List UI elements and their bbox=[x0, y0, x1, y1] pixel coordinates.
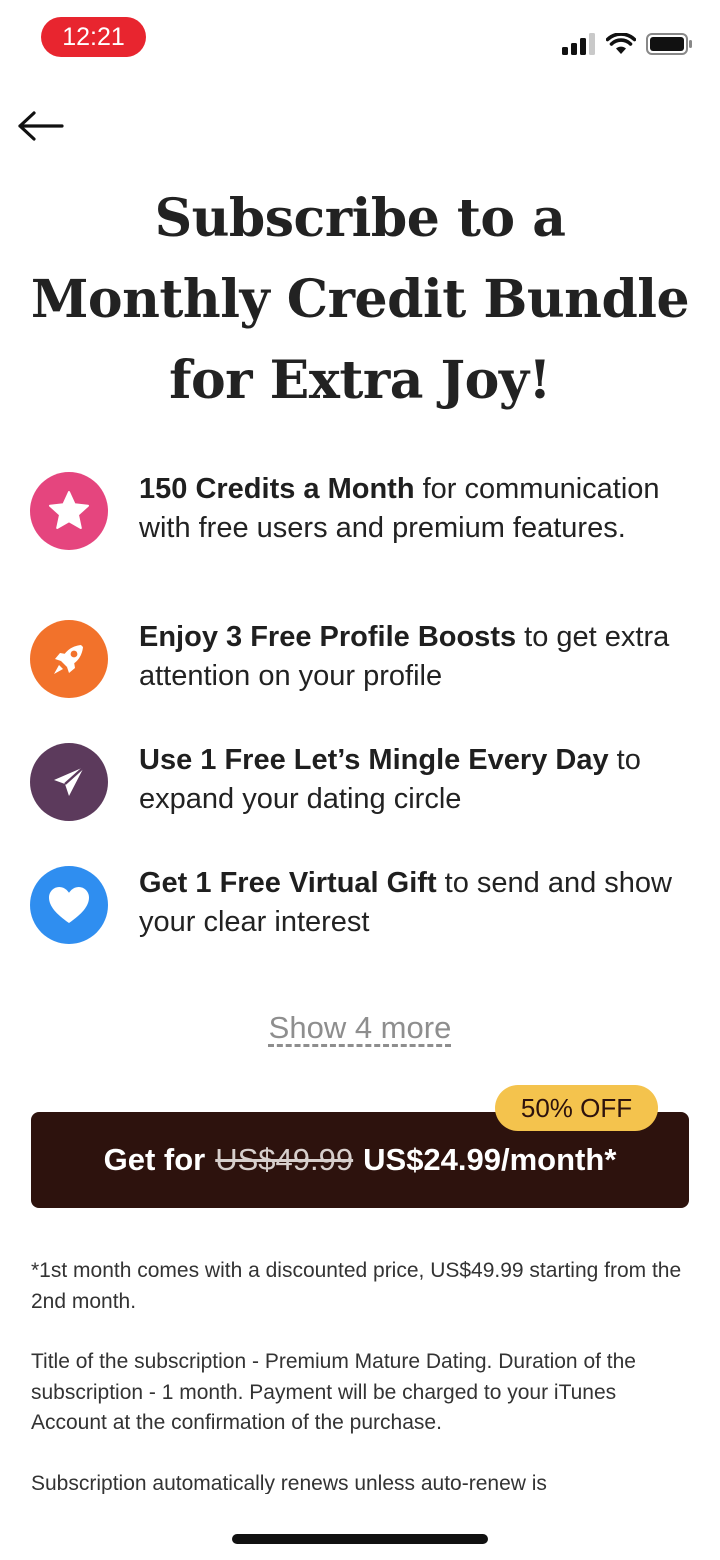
feature-text: 150 Credits a Month for communication wi… bbox=[139, 470, 694, 548]
page-title: Subscribe to a Monthly Credit Bundle for… bbox=[30, 188, 690, 411]
feature-text: Enjoy 3 Free Profile Boosts to get extra… bbox=[139, 618, 694, 696]
show-more-link[interactable]: Show 4 more bbox=[0, 1010, 720, 1046]
feature-bold-text: Use 1 Free Let’s Mingle Every Day bbox=[139, 744, 609, 776]
heart-icon bbox=[49, 887, 89, 923]
discount-badge: 50% OFF bbox=[495, 1085, 658, 1131]
feature-icon-badge bbox=[30, 472, 108, 550]
status-bar: 12:21 bbox=[0, 0, 720, 80]
rocket-icon bbox=[54, 645, 83, 674]
status-icons bbox=[562, 30, 692, 58]
feature-text: Get 1 Free Virtual Gift to send and show… bbox=[139, 864, 694, 942]
feature-bold-text: Get 1 Free Virtual Gift bbox=[139, 867, 437, 899]
legal-paragraph: Subscription automatically renews unless… bbox=[31, 1471, 547, 1495]
legal-text: *1st month comes with a discounted price… bbox=[31, 1256, 691, 1494]
status-time: 12:21 bbox=[41, 17, 146, 57]
feature-icon-badge bbox=[30, 620, 108, 698]
battery-icon bbox=[646, 33, 692, 55]
home-indicator[interactable] bbox=[232, 1534, 488, 1544]
legal-paragraph: Title of the subscription - Premium Matu… bbox=[31, 1350, 636, 1434]
feature-bold-text: 150 Credits a Month bbox=[139, 473, 415, 505]
cta-prefix: Get for bbox=[103, 1142, 206, 1177]
cta-new-price: US$24.99/month* bbox=[363, 1142, 617, 1177]
back-arrow-icon[interactable] bbox=[14, 108, 66, 144]
feature-icon-badge bbox=[30, 743, 108, 821]
cellular-signal-icon bbox=[562, 33, 595, 55]
wifi-icon bbox=[606, 33, 636, 54]
feature-bold-text: Enjoy 3 Free Profile Boosts bbox=[139, 621, 517, 653]
cta-old-price: US$49.99 bbox=[215, 1142, 354, 1177]
paper-plane-icon bbox=[54, 766, 85, 796]
feature-text: Use 1 Free Let’s Mingle Every Day to exp… bbox=[139, 741, 694, 819]
legal-paragraph: *1st month comes with a discounted price… bbox=[31, 1259, 682, 1313]
star-icon bbox=[49, 491, 89, 529]
feature-icon-badge bbox=[30, 866, 108, 944]
